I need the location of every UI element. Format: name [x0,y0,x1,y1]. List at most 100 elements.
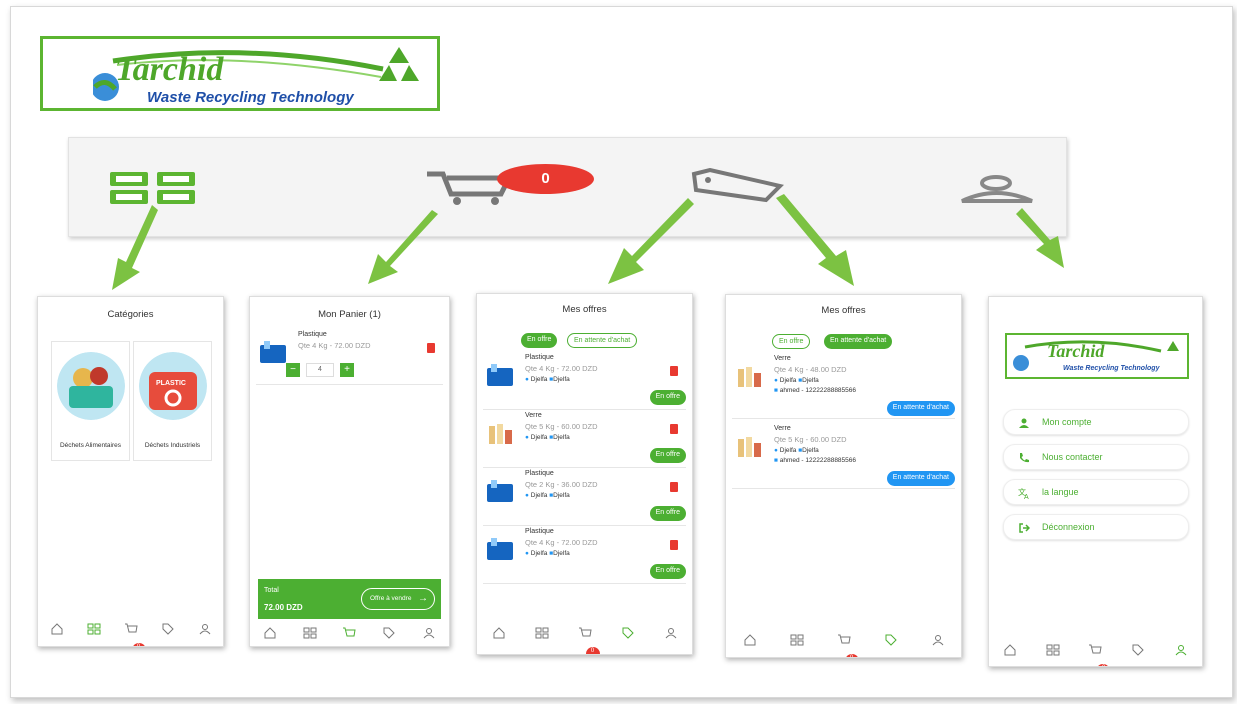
page-title: Mes offres [821,305,866,316]
item-detail: Qte 5 Kg - 60.00 DZD [774,435,847,444]
trash-icon[interactable] [427,343,435,353]
trash-icon[interactable] [670,424,678,434]
tab-en-attente[interactable]: En attente d'achat [824,334,893,349]
status-badge: En offre [649,448,686,463]
page-title: Catégories [107,309,154,320]
glass-thumbnail [489,424,512,444]
menu-label: Nous contacter [1042,452,1103,462]
item-name: Verre [525,412,542,419]
category-card-food[interactable]: Déchets Alimentaires [51,341,130,461]
item-detail: Qte 4 Kg - 48.00 DZD [774,365,847,374]
cart-badge: 0 [844,654,859,657]
user-icon[interactable] [664,626,678,640]
truck-icon: ■ [774,457,778,464]
item-name: Plastique [298,331,327,338]
plastic-thumbnail [260,341,286,363]
category-label: Déchets Industriels [144,442,201,449]
phone-icon [1020,453,1029,463]
status-badge: En offre [649,390,686,405]
item-location: ● Djelfa ■Djelfa [774,447,819,454]
trash-icon[interactable] [670,540,678,550]
tab-en-attente[interactable]: En attente d'achat [567,333,638,348]
home-icon[interactable] [492,626,506,640]
item-detail: Qte 4 Kg - 72.00 DZD [525,364,598,373]
bottom-nav: 0 [477,622,692,654]
quantity-input[interactable]: 4 [306,363,334,377]
logo-tagline: Waste Recycling Technology [1063,365,1160,372]
menu-nous-contacter[interactable]: Nous contacter [1003,444,1189,470]
menu-deconnexion[interactable]: Déconnexion [1003,514,1189,540]
grid-icon[interactable] [535,626,549,640]
trash-icon[interactable] [670,366,678,376]
home-icon[interactable] [263,626,277,640]
menu-la-langue[interactable]: 文A la langue [1003,479,1189,505]
grid-icon[interactable] [790,633,804,647]
item-location: ● Djelfa ■Djelfa [525,376,570,383]
bottom-nav: 0 [989,639,1202,666]
offer-item: Plastique Qte 4 Kg - 72.00 DZD ● Djelfa … [483,526,686,584]
total-label: Total [264,587,279,594]
category-label: Déchets Alimentaires [59,442,122,449]
cart-icon[interactable]: 1 [342,626,357,640]
cart-icon[interactable]: 0 [837,633,859,657]
plastic-label: PLASTIC [156,380,186,387]
cart-screen: Mon Panier (1) Plastique Qte 4 Kg - 72.0… [249,296,450,647]
menu-label: Déconnexion [1042,522,1095,532]
person-icon [1019,418,1029,428]
item-location: ● Djelfa ■Djelfa [774,377,819,384]
grid-icon[interactable] [303,626,317,640]
pin-icon: ● [525,492,529,499]
tag-icon[interactable] [1131,643,1145,657]
decrease-button[interactable]: − [286,363,300,377]
cart-badge: 0 [585,647,600,654]
plastic-thumbnail [487,480,513,502]
user-icon[interactable] [198,622,212,636]
cart-icon[interactable]: 0 [1088,643,1111,666]
item-detail: Qte 4 Kg - 72.00 DZD [525,538,598,547]
grid-icon[interactable] [1046,643,1060,657]
home-icon[interactable] [1003,643,1017,657]
status-badge: En offre [649,564,686,579]
tag-icon[interactable] [621,626,635,640]
arrow-right-icon: → [418,593,428,604]
menu-mon-compte[interactable]: Mon compte [1003,409,1189,435]
trash-icon[interactable] [670,482,678,492]
home-icon[interactable] [743,633,757,647]
buyer-info: ■ ahmed - 12222288885566 [774,457,857,464]
pin-icon: ● [525,376,529,383]
sell-offer-label: Offre à vendre [370,595,412,602]
menu-label: Mon compte [1042,417,1092,427]
page-title: Mes offres [562,304,607,315]
tag-icon[interactable] [884,633,898,647]
translate-icon: 文A [1018,487,1029,499]
bottom-nav: 0 [726,629,961,657]
category-card-industrial[interactable]: PLASTIC Déchets Industriels [133,341,212,461]
tab-en-offre[interactable]: En offre [772,334,811,349]
logout-icon [1019,523,1030,533]
item-name: Plastique [525,528,554,535]
cart-icon[interactable]: 0 [578,626,600,654]
item-detail: Qte 4 Kg - 72.00 DZD [298,341,371,350]
tag-icon[interactable] [161,622,175,636]
tag-icon[interactable] [382,626,396,640]
increase-button[interactable]: + [340,363,354,377]
home-icon[interactable] [50,622,64,636]
user-icon[interactable] [422,626,436,640]
bottom-nav: 0 [38,618,223,646]
cart-icon[interactable]: 0 [124,622,146,646]
offer-item: Verre Qte 5 Kg - 60.00 DZD ● Djelfa ■Dje… [483,410,686,468]
buyer-info: ■ ahmed - 12222288885566 [774,387,857,394]
user-icon[interactable] [931,633,945,647]
item-name: Plastique [525,354,554,361]
item-detail: Qte 5 Kg - 60.00 DZD [525,422,598,431]
page-title: Mon Panier (1) [318,309,381,320]
plastic-thumbnail [487,364,513,386]
logo-brand: Tarchid [1047,341,1105,361]
user-icon[interactable] [1174,643,1188,657]
sell-offer-button[interactable]: Offre à vendre → [361,588,435,610]
truck-icon: ■ [774,387,778,394]
item-location: ● Djelfa ■Djelfa [525,434,570,441]
tab-en-offre[interactable]: En offre [521,333,558,348]
grid-icon[interactable] [87,622,101,636]
item-location: ● Djelfa ■Djelfa [525,550,570,557]
